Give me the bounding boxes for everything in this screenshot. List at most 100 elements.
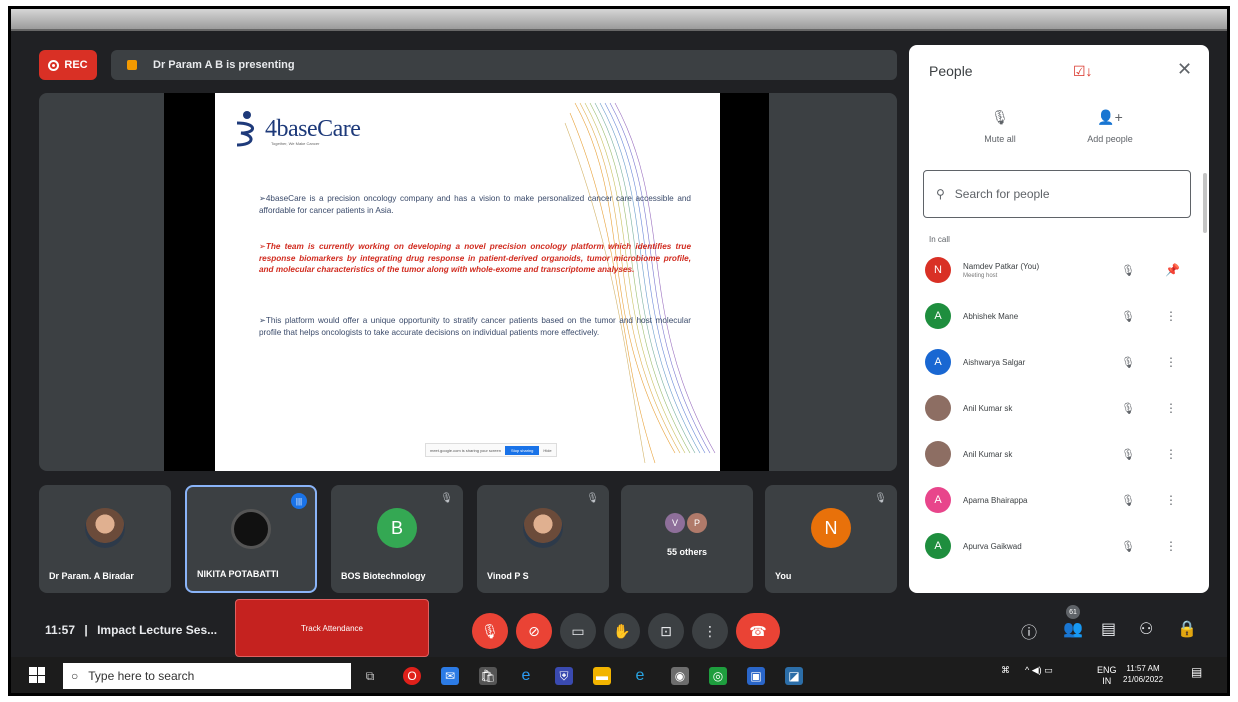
- mic-off-icon[interactable]: 🎙: [1121, 494, 1135, 507]
- track-attendance-button[interactable]: Track Attendance: [235, 599, 429, 657]
- store-icon[interactable]: 🛍: [479, 667, 497, 685]
- search-input[interactable]: ⚲ Search for people: [923, 170, 1191, 218]
- browser-top-bar: [11, 9, 1227, 31]
- wave-graphic: [564, 102, 716, 464]
- mic-off-icon[interactable]: 🎙: [1121, 402, 1135, 415]
- participant-tile[interactable]: Dr Param. A Biradar: [39, 485, 171, 593]
- participant-row-name: Aishwarya Salgar: [963, 358, 1025, 367]
- mic-off-icon[interactable]: 🎙: [1121, 356, 1135, 369]
- participant-row[interactable]: A Aparna Bhairappa 🎙 ⋮: [909, 477, 1209, 523]
- mini-avatar: P: [687, 513, 707, 533]
- shield-icon[interactable]: ⛨: [555, 667, 573, 685]
- screenshot-frame: REC Dr Param A B is presenting 4baseCare…: [8, 6, 1230, 696]
- separator: |: [84, 623, 88, 637]
- participant-avatar: [925, 441, 951, 467]
- taskbar-search-input[interactable]: ○ Type here to search: [63, 663, 351, 689]
- participant-avatar: A: [925, 303, 951, 329]
- logo-tagline: Together, We Make Cancer: [271, 141, 320, 146]
- windows-start-icon[interactable]: [29, 667, 45, 683]
- taskbar-clock[interactable]: 11:57 AM 21/06/2022: [1123, 663, 1163, 685]
- people-icon[interactable]: 👥: [1063, 619, 1083, 639]
- people-panel: People ☑↓ ✕ 🎙 Mute all 👤+ Add people ⚲ S…: [909, 45, 1209, 593]
- hide-button[interactable]: Hide: [543, 448, 551, 453]
- panel-scrollbar[interactable]: [1203, 173, 1207, 233]
- app-icon[interactable]: ◎: [709, 667, 727, 685]
- participant-row[interactable]: A Aishwarya Salgar 🎙 ⋮: [909, 339, 1209, 385]
- participant-row-name: Abhishek Mane: [963, 312, 1018, 321]
- mic-off-icon: 🎙: [874, 493, 887, 504]
- mic-off-icon[interactable]: 🎙: [1121, 310, 1135, 323]
- presenting-banner: Dr Param A B is presenting: [111, 50, 897, 80]
- participant-row[interactable]: A Abhishek Mane 🎙 ⋮: [909, 293, 1209, 339]
- record-icon: [48, 59, 60, 71]
- more-options-button[interactable]: ⋮: [692, 613, 728, 649]
- meeting-info: 11:57 | Impact Lecture Ses...: [45, 623, 217, 637]
- participant-row[interactable]: Anil Kumar sk 🎙 ⋮: [909, 431, 1209, 477]
- mic-off-icon[interactable]: 🎙: [1121, 448, 1135, 461]
- app-window-icon[interactable]: ▣: [747, 667, 765, 685]
- network-icon[interactable]: ⌘: [1001, 665, 1010, 676]
- mic-off-icon[interactable]: 🎙: [1121, 540, 1135, 553]
- pin-icon[interactable]: 📌: [1165, 263, 1180, 277]
- leave-call-button[interactable]: ☎: [736, 613, 780, 649]
- close-icon[interactable]: ✕: [1177, 59, 1192, 80]
- participant-tile[interactable]: 🎙 B BOS Biotechnology: [331, 485, 463, 593]
- mic-off-icon[interactable]: 🎙: [1121, 264, 1135, 277]
- more-vert-icon[interactable]: ⋮: [1165, 539, 1177, 553]
- participant-tile[interactable]: 🎙 Vinod P S: [477, 485, 609, 593]
- share-text: meet.google.com is sharing your screen: [430, 447, 501, 453]
- participant-row[interactable]: A Apurva Gaikwad 🎙 ⋮: [909, 523, 1209, 569]
- notification-icon[interactable]: ▤: [1191, 665, 1202, 679]
- captions-icon: ▭: [571, 622, 585, 639]
- chrome-icon[interactable]: ◉: [671, 667, 689, 685]
- file-explorer-icon[interactable]: ▬: [593, 667, 611, 685]
- participant-name: Dr Param. A Biradar: [49, 571, 134, 581]
- host-controls-icon[interactable]: 🔒: [1177, 619, 1197, 639]
- present-button[interactable]: ⊡: [648, 613, 684, 649]
- captions-button[interactable]: ▭: [560, 613, 596, 649]
- task-view-icon[interactable]: ⧉: [361, 667, 379, 685]
- self-tile[interactable]: 🎙 N You: [765, 485, 897, 593]
- more-vert-icon[interactable]: ⋮: [1165, 309, 1177, 323]
- app-icon[interactable]: ◪: [785, 667, 803, 685]
- more-vert-icon[interactable]: ⋮: [1165, 355, 1177, 369]
- meeting-time: 11:57: [45, 623, 76, 637]
- language-indicator[interactable]: ENG IN: [1097, 665, 1117, 687]
- mic-off-icon: 🎙: [586, 493, 599, 504]
- stop-sharing-button[interactable]: Stop sharing: [504, 445, 540, 455]
- mic-off-icon: 🎙: [481, 622, 499, 639]
- participant-photo: [85, 508, 125, 549]
- more-vert-icon[interactable]: ⋮: [1165, 401, 1177, 415]
- participant-tile-active[interactable]: ||| NIKITA POTABATTI: [185, 485, 317, 593]
- search-icon: ○: [71, 669, 79, 683]
- mute-all-button[interactable]: 🎙 Mute all: [955, 109, 1045, 144]
- participant-row-name: Aparna Bhairappa: [963, 496, 1028, 505]
- info-icon[interactable]: ⓘ: [1021, 619, 1037, 643]
- taskbar-search-placeholder: Type here to search: [88, 669, 195, 683]
- meeting-name: Impact Lecture Ses...: [97, 623, 218, 637]
- activities-icon[interactable]: ⚇: [1139, 619, 1153, 639]
- participant-row-name-text: Anil Kumar sk: [963, 449, 1013, 459]
- mic-toggle-button[interactable]: 🎙: [472, 613, 508, 649]
- add-people-button[interactable]: 👤+ Add people: [1065, 109, 1155, 144]
- more-vert-icon[interactable]: ⋮: [1165, 447, 1177, 461]
- participant-row-name-text: Anil Kumar sk: [963, 403, 1013, 413]
- hand-icon: ✋: [613, 622, 631, 639]
- chat-icon[interactable]: ▤: [1101, 619, 1116, 639]
- tray-chevron-icon[interactable]: ^ ◀) ▭: [1025, 665, 1053, 676]
- edge-icon[interactable]: e: [517, 667, 535, 685]
- participant-row[interactable]: Anil Kumar sk 🎙 ⋮: [909, 385, 1209, 431]
- shared-slide: 4baseCare Together, We Make Cancer ➢4bas…: [215, 93, 720, 471]
- opera-icon[interactable]: O: [403, 667, 421, 685]
- participant-row-name: Anil Kumar sk: [963, 404, 1012, 413]
- more-vert-icon[interactable]: ⋮: [1165, 493, 1177, 507]
- mic-off-icon: 🎙: [440, 493, 453, 504]
- others-tile[interactable]: V P 55 others: [621, 485, 753, 593]
- ie-icon[interactable]: e: [631, 667, 649, 685]
- windows-taskbar: ○ Type here to search ⧉ O ✉ 🛍 e ⛨ ▬ e ◉ …: [11, 657, 1227, 693]
- camera-toggle-button[interactable]: ⊘: [516, 613, 552, 649]
- participant-row[interactable]: N Namdev Patkar (You) Meeting host 🎙 📌: [909, 247, 1209, 293]
- mail-icon[interactable]: ✉: [441, 667, 459, 685]
- raise-hand-button[interactable]: ✋: [604, 613, 640, 649]
- present-icon: [127, 60, 137, 70]
